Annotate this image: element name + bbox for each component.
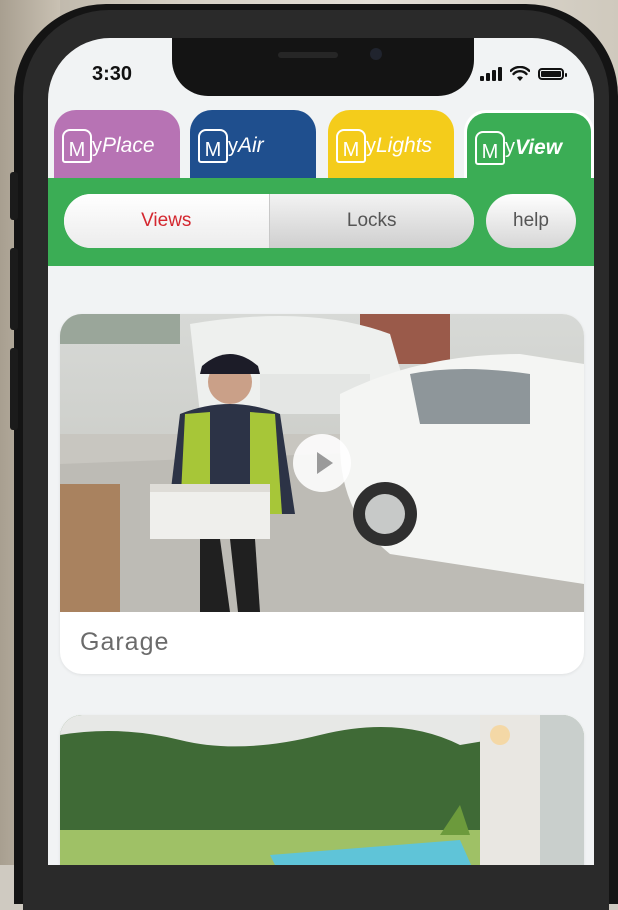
tab-myair-y: y	[228, 134, 238, 157]
play-icon	[316, 452, 333, 474]
tab-myview-logo-icon: M	[475, 130, 505, 165]
wifi-icon	[510, 66, 530, 81]
tab-mylights-logo-icon: M	[336, 129, 366, 163]
volume-down-button	[10, 348, 18, 430]
camera-card-garage[interactable]: Garage	[60, 314, 584, 674]
phone-screen: 3:30 M y Place M y Air M y Lights M y Vi…	[48, 38, 594, 865]
tab-mylights[interactable]: M y Lights	[328, 110, 454, 182]
tab-myplace-logo-icon: M	[62, 129, 92, 163]
battery-icon	[538, 68, 567, 80]
segmented-control: Views Locks	[64, 194, 474, 248]
tab-myair[interactable]: M y Air	[190, 110, 316, 182]
notch	[172, 38, 474, 96]
camera-card-pool[interactable]	[60, 715, 584, 865]
status-icons	[480, 66, 567, 82]
tab-myplace-y: y	[92, 134, 102, 157]
tab-myplace[interactable]: M y Place	[54, 110, 180, 182]
tab-myair-label: Air	[238, 134, 264, 157]
camera-thumbnail[interactable]	[60, 715, 584, 865]
help-button[interactable]: help	[486, 194, 576, 248]
side-button	[10, 172, 18, 220]
play-button[interactable]	[293, 434, 351, 492]
tab-mylights-label: Lights	[376, 134, 433, 157]
tab-myview-y: y	[505, 136, 515, 158]
camera-label: Garage	[80, 628, 170, 656]
signal-icon	[480, 67, 502, 81]
view-selector-bar: Views Locks help	[48, 178, 594, 266]
locks-segment[interactable]: Locks	[268, 194, 474, 248]
volume-up-button	[10, 248, 18, 330]
views-segment[interactable]: Views	[64, 194, 269, 248]
tab-myview-label: View	[515, 135, 563, 159]
tab-myplace-label: Place	[102, 134, 155, 157]
app-tabs: M y Place M y Air M y Lights M y View	[48, 110, 594, 182]
tab-myview[interactable]: M y View	[464, 110, 594, 182]
status-time: 3:30	[92, 63, 133, 85]
tab-myair-logo-icon: M	[198, 129, 228, 163]
tab-mylights-y: y	[366, 134, 376, 157]
